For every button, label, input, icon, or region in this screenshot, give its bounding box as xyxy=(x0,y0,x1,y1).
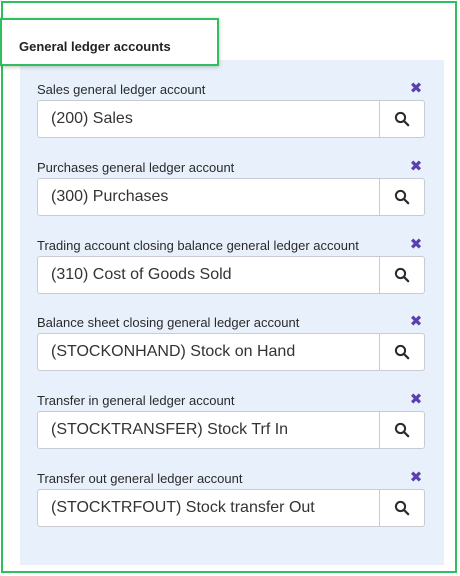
field-label: Transfer out general ledger account xyxy=(37,471,243,486)
search-button[interactable] xyxy=(379,334,424,370)
clear-icon[interactable]: ✖ xyxy=(409,237,423,253)
search-icon xyxy=(394,111,410,127)
clear-icon[interactable]: ✖ xyxy=(409,314,423,330)
field-label: Balance sheet closing general ledger acc… xyxy=(37,315,300,330)
account-lookup xyxy=(37,333,425,371)
search-icon xyxy=(394,267,410,283)
search-button[interactable] xyxy=(379,101,424,137)
field-label: Purchases general ledger account xyxy=(37,160,235,175)
clear-icon[interactable]: ✖ xyxy=(409,159,423,175)
section-header: General ledger accounts xyxy=(0,18,219,66)
section-title: General ledger accounts xyxy=(19,39,171,54)
search-button[interactable] xyxy=(379,179,424,215)
account-lookup xyxy=(37,256,425,294)
account-lookup xyxy=(37,100,425,138)
clear-icon[interactable]: ✖ xyxy=(409,392,423,408)
account-input[interactable] xyxy=(38,257,379,293)
field-label: Transfer in general ledger account xyxy=(37,393,235,408)
field-label: Trading account closing balance general … xyxy=(37,238,359,253)
search-icon xyxy=(394,344,410,360)
search-button[interactable] xyxy=(379,490,424,526)
account-input[interactable] xyxy=(38,490,379,526)
clear-icon[interactable]: ✖ xyxy=(409,81,423,97)
search-icon xyxy=(394,422,410,438)
account-lookup xyxy=(37,178,425,216)
search-icon xyxy=(394,500,410,516)
account-input[interactable] xyxy=(38,179,379,215)
account-lookup xyxy=(37,411,425,449)
account-input[interactable] xyxy=(38,334,379,370)
search-button[interactable] xyxy=(379,257,424,293)
search-icon xyxy=(394,189,410,205)
account-lookup xyxy=(37,489,425,527)
search-button[interactable] xyxy=(379,412,424,448)
account-input[interactable] xyxy=(38,101,379,137)
clear-icon[interactable]: ✖ xyxy=(409,470,423,486)
field-label: Sales general ledger account xyxy=(37,82,206,97)
account-input[interactable] xyxy=(38,412,379,448)
